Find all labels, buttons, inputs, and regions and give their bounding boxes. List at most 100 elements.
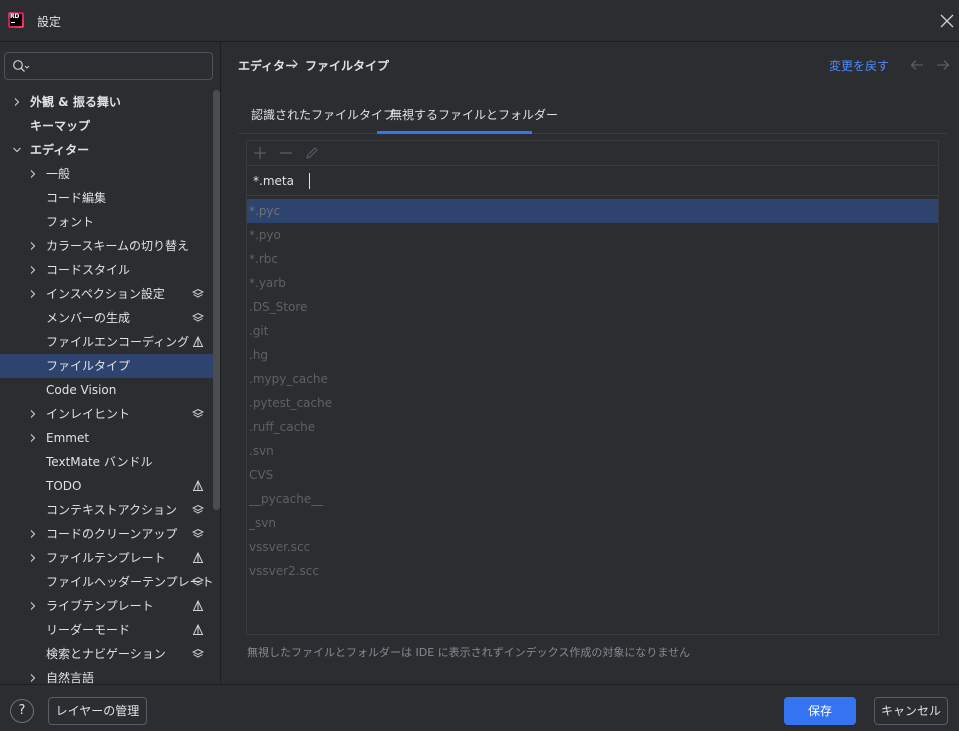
sidebar-item[interactable]: メンバーの生成 [0,306,220,330]
list-item[interactable]: vssver.scc [247,535,938,559]
tab-ignored-files[interactable]: 無視するファイルとフォルダー [390,106,558,123]
breadcrumb-filetypes: ファイルタイプ [305,59,390,73]
ignored-files-panel: *.pyc*.pyo*.rbc*.yarb.DS_Store.git.hg.my… [246,140,939,635]
list-item[interactable]: _svn [247,511,938,535]
back-arrow-icon[interactable] [909,58,925,72]
sidebar-item-label: インレイヒント [46,407,131,421]
list-item[interactable]: *.rbc [247,247,938,271]
sidebar-item[interactable]: エディター [0,138,220,162]
sidebar-item-label: リーダーモード [46,623,131,637]
chevron-right-icon[interactable] [28,289,38,299]
sidebar-item[interactable]: TextMate バンドル [0,450,220,474]
sidebar-item[interactable]: Emmet [0,426,220,450]
chevron-right-icon[interactable] [28,241,38,251]
list-item[interactable]: *.yarb [247,271,938,295]
sidebar-item-label: 一般 [46,167,71,181]
sidebar-item[interactable]: ファイルタイプ [0,354,220,378]
chevron-right-icon[interactable] [28,601,38,611]
sidebar-item[interactable]: フォント [0,210,220,234]
sidebar-item[interactable]: 自然言語 [0,666,220,684]
sidebar-item-label: 検索とナビゲーション [46,647,166,661]
sidebar-item[interactable]: コード編集 [0,186,220,210]
sidebar-scrollbar[interactable] [213,90,220,510]
chevron-down-icon[interactable] [12,145,22,155]
ignored-files-hint: 無視したファイルとフォルダーは IDE に表示されずインデックス作成の対象になり… [247,646,690,659]
reset-changes-link[interactable]: 変更を戻す [829,57,889,74]
chevron-right-icon[interactable] [28,265,38,275]
chevron-right-icon[interactable] [28,433,38,443]
list-item[interactable]: *.pyo [247,223,938,247]
list-item[interactable]: .ruff_cache [247,415,938,439]
help-button[interactable]: ? [10,699,34,723]
sidebar-item-label: カラースキームの切り替え [46,239,190,253]
list-item[interactable]: *.pyc [247,199,938,223]
active-tab-indicator [377,131,532,134]
sidebar-item[interactable]: ライブテンプレート [0,594,220,618]
sidebar-item[interactable]: TODO [0,474,220,498]
sidebar-item[interactable]: インスペクション設定 [0,282,220,306]
list-item[interactable]: .hg [247,343,938,367]
sidebar-item-label: キーマップ [30,119,91,133]
sidebar-item[interactable]: Code Vision [0,378,220,402]
dialog-footer: ? レイヤーの管理 保存 キャンセル [0,684,959,731]
layers-icon [192,528,204,538]
list-item[interactable]: .svn [247,439,938,463]
sidebar-item-label: コンテキストアクション [46,503,178,517]
sidebar-item-label: TextMate バンドル [46,455,153,469]
filetype-tabs: 認識されたファイルタイプ 無視するファイルとフォルダー [238,96,947,134]
settings-sidebar: 外観 & 振る舞いキーマップエディター一般コード編集 フォントカラースキームの切り… [0,42,221,684]
chevron-right-icon[interactable] [28,529,38,539]
sidebar-item[interactable]: ファイルエンコーディング [0,330,220,354]
manage-layers-button[interactable]: レイヤーの管理 [48,697,147,725]
project-icon [192,552,204,563]
project-icon [192,624,204,635]
list-item[interactable]: .mypy_cache [247,367,938,391]
chevron-right-icon[interactable] [28,553,38,563]
list-item[interactable]: __pycache__ [247,487,938,511]
sidebar-item[interactable]: コードのクリーンアップ [0,522,220,546]
sidebar-item-label: コードスタイル [46,263,131,277]
pattern-input[interactable] [253,172,853,190]
save-button[interactable]: 保存 [784,697,856,725]
list-toolbar [247,141,938,166]
list-item[interactable]: .pytest_cache [247,391,938,415]
sidebar-item-label: コードのクリーンアップ [46,527,178,541]
sidebar-item[interactable]: ファイルヘッダーテンプレート [0,570,220,594]
list-item[interactable]: vssver2.scc [247,559,938,583]
add-icon[interactable] [253,146,267,160]
list-item[interactable]: .git [247,319,938,343]
cancel-button[interactable]: キャンセル [874,697,948,725]
list-item[interactable]: .DS_Store [247,295,938,319]
project-icon [192,480,204,491]
forward-arrow-icon[interactable] [935,58,951,72]
edit-pencil-icon[interactable] [305,146,319,160]
title-bar: RD 設定 [0,0,959,42]
chevron-right-icon[interactable] [12,97,22,107]
sidebar-item[interactable]: リーダーモード [0,618,220,642]
sidebar-item[interactable]: 検索とナビゲーション [0,642,220,666]
rider-logo-icon: RD [8,12,24,28]
layers-icon [192,504,204,514]
chevron-right-icon[interactable] [28,673,38,683]
list-item[interactable]: CVS [247,463,938,487]
layers-icon [192,312,204,322]
sidebar-item[interactable]: ファイルテンプレート [0,546,220,570]
sidebar-item[interactable]: コードスタイル [0,258,220,282]
breadcrumb-editor[interactable]: エディター [238,57,297,74]
close-icon[interactable] [938,12,956,30]
project-icon [192,336,204,347]
tab-recognized-filetypes[interactable]: 認識されたファイルタイプ [251,106,395,123]
remove-icon[interactable] [279,146,293,160]
chevron-right-icon[interactable] [28,409,38,419]
layers-icon [192,288,204,298]
chevron-right-icon[interactable] [28,169,38,179]
sidebar-item[interactable]: 一般 [0,162,220,186]
sidebar-item[interactable]: インレイヒント [0,402,220,426]
layers-icon [192,408,204,418]
sidebar-item[interactable]: コンテキストアクション [0,498,220,522]
search-input[interactable] [4,52,213,80]
sidebar-item[interactable]: 外観 & 振る舞い [0,90,220,114]
sidebar-item[interactable]: カラースキームの切り替え [0,234,220,258]
sidebar-item[interactable]: キーマップ [0,114,220,138]
sidebar-item-label: ファイルテンプレート [46,551,166,565]
